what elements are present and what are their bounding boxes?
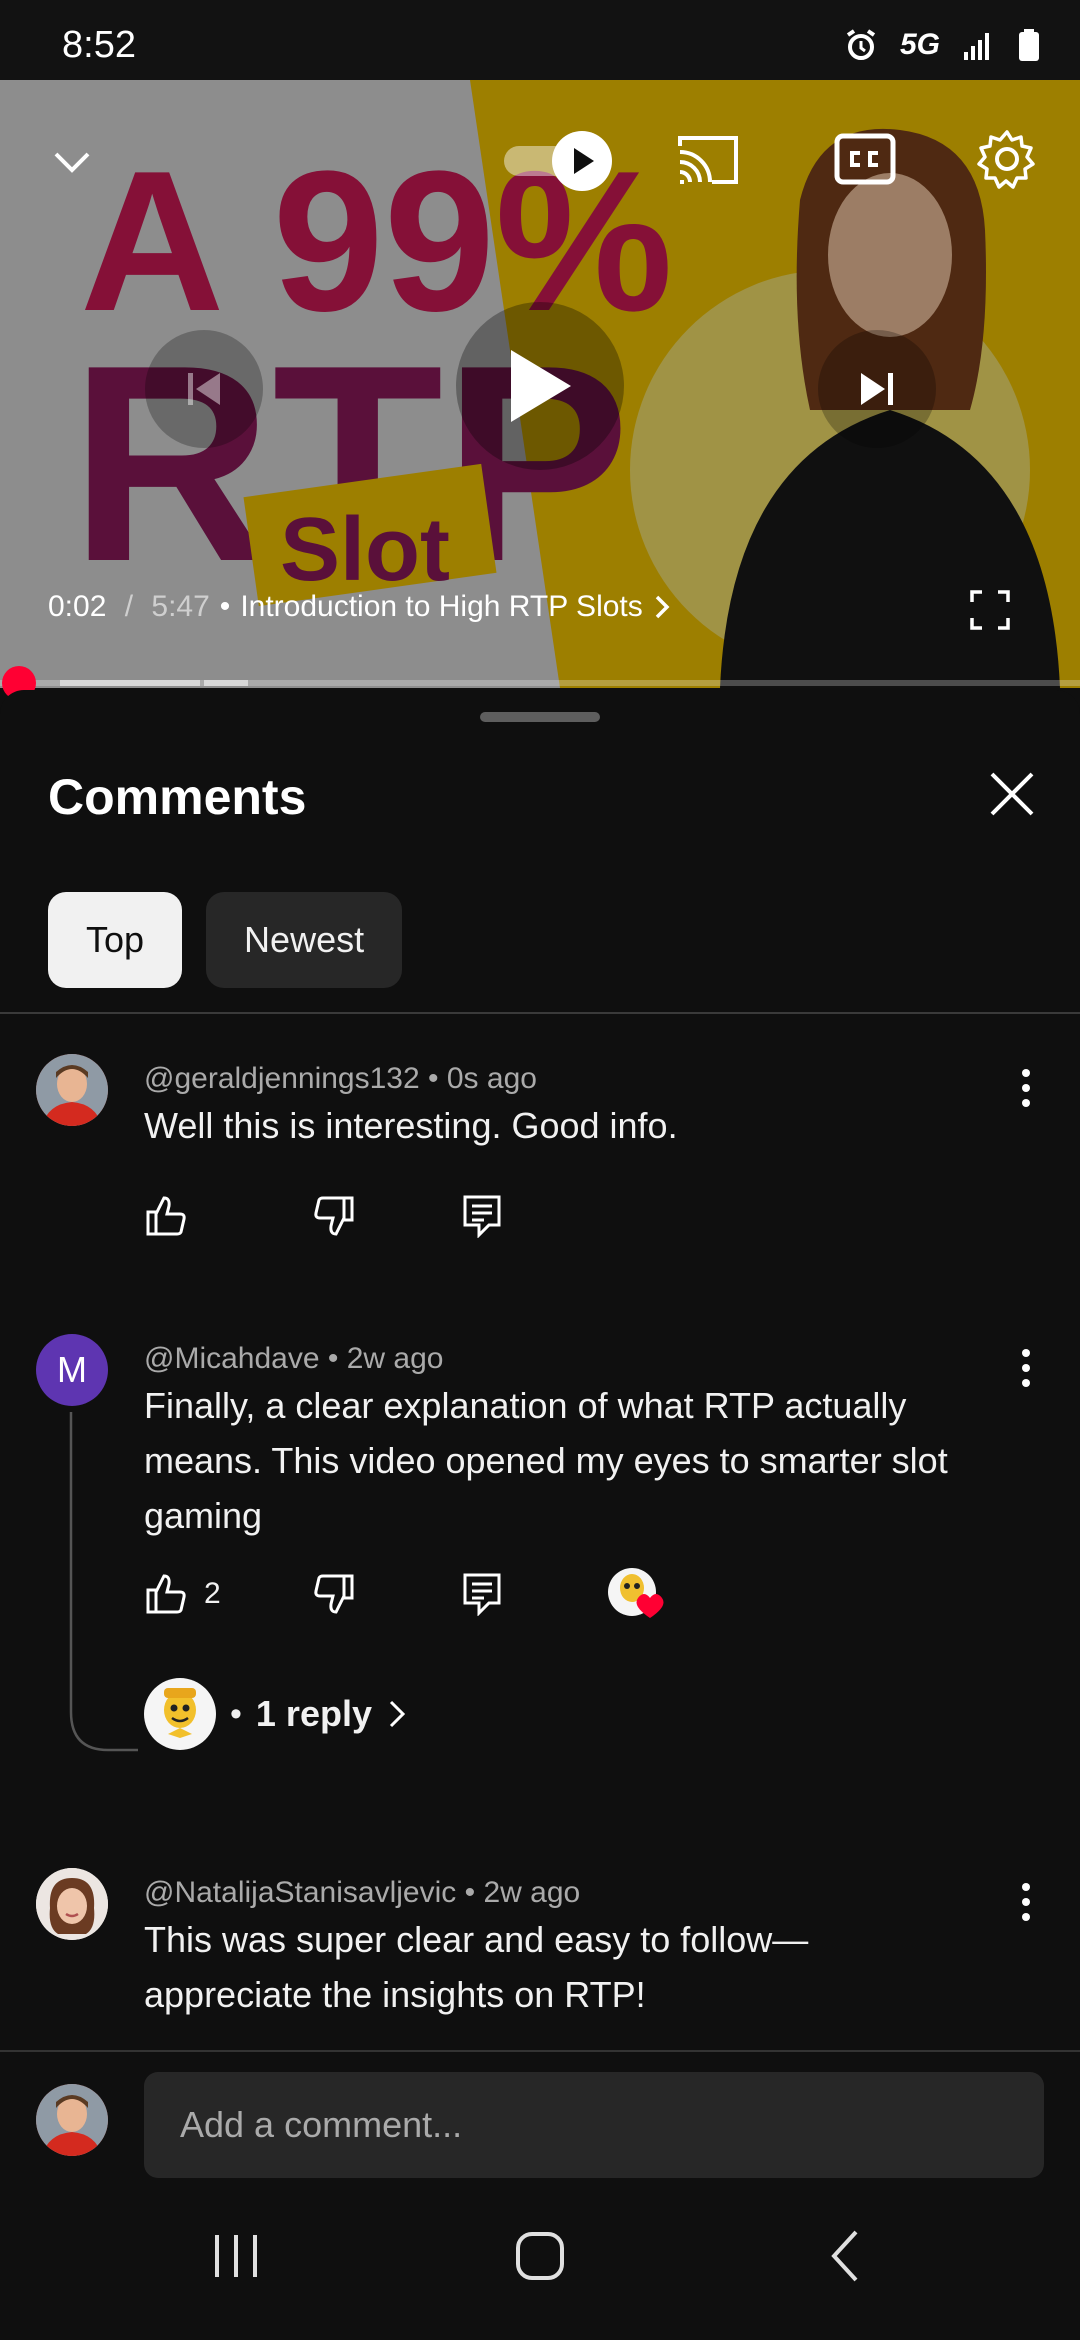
more-vert-icon bbox=[1022, 1883, 1030, 1921]
user-avatar-image bbox=[36, 2084, 108, 2156]
system-navigation-bar bbox=[0, 2180, 1080, 2340]
next-button[interactable] bbox=[818, 330, 936, 448]
current-time: 0:02 bbox=[48, 590, 107, 623]
comment-text: Finally, a clear explanation of what RTP… bbox=[144, 1385, 948, 1536]
view-replies-button[interactable]: • 1 reply bbox=[144, 1678, 408, 1750]
thumb-down-icon bbox=[314, 1574, 354, 1614]
video-progress-bar[interactable] bbox=[0, 666, 1080, 700]
autoplay-toggle[interactable] bbox=[500, 126, 620, 196]
play-icon bbox=[511, 350, 571, 422]
creator-heart-badge bbox=[606, 1564, 672, 1624]
status-bar: 8:52 5G bbox=[0, 0, 1080, 80]
comment-time: 2w ago bbox=[346, 1342, 444, 1375]
reply-bullet: • bbox=[230, 1694, 242, 1733]
avatar-initial: M bbox=[57, 1349, 87, 1390]
meta-separator: • bbox=[327, 1342, 339, 1375]
add-comment-bar bbox=[0, 2050, 1080, 2180]
reply-icon bbox=[463, 1195, 501, 1238]
chapter-timeline[interactable]: 0:02 / 5:47 • Introduction to High RTP S… bbox=[48, 590, 673, 624]
chevron-right-icon bbox=[389, 1700, 406, 1728]
comment-menu-button[interactable] bbox=[1020, 1882, 1032, 1927]
comment-text: This was super clear and easy to follow—… bbox=[144, 1919, 809, 2015]
close-button[interactable] bbox=[984, 766, 1040, 822]
fullscreen-button[interactable] bbox=[960, 580, 1020, 640]
sort-tabs: Top Newest bbox=[48, 892, 403, 988]
duration: 5:47 bbox=[151, 590, 210, 623]
chapter-dot: • bbox=[219, 590, 231, 623]
user-avatar-image bbox=[36, 1054, 108, 1126]
cast-icon bbox=[678, 136, 738, 184]
play-button[interactable] bbox=[456, 302, 624, 470]
status-time: 8:52 bbox=[62, 24, 136, 66]
minimize-button[interactable] bbox=[40, 130, 104, 194]
home-icon bbox=[516, 2232, 564, 2280]
previous-button[interactable] bbox=[145, 330, 263, 448]
comment-time: 0s ago bbox=[446, 1062, 537, 1095]
thumb-up-icon bbox=[146, 1574, 186, 1614]
recents-icon bbox=[215, 2235, 257, 2277]
chevron-down-icon bbox=[54, 152, 90, 173]
alarm-icon bbox=[846, 29, 876, 60]
avatar[interactable] bbox=[36, 1868, 108, 1940]
meta-separator: • bbox=[464, 1876, 476, 1909]
comment-author[interactable]: @Micahdave bbox=[144, 1342, 320, 1375]
like-button[interactable] bbox=[144, 1194, 312, 1238]
gear-icon bbox=[977, 130, 1035, 189]
recent-apps-button[interactable] bbox=[200, 2220, 272, 2292]
tab-top[interactable]: Top bbox=[48, 892, 183, 988]
signal-icon bbox=[964, 33, 989, 60]
cc-icon bbox=[834, 133, 896, 185]
home-button[interactable] bbox=[502, 2218, 578, 2294]
avatar[interactable]: M bbox=[36, 1334, 108, 1406]
drag-handle[interactable] bbox=[480, 712, 600, 722]
like-button[interactable]: 2 bbox=[144, 1572, 312, 1616]
battery-icon bbox=[1019, 29, 1039, 61]
divider bbox=[0, 1012, 1080, 1014]
dislike-button[interactable] bbox=[312, 1572, 462, 1616]
network-label: 5G bbox=[899, 28, 940, 61]
tab-newest[interactable]: Newest bbox=[206, 892, 403, 988]
comment-author[interactable]: @geraldjennings132 bbox=[144, 1062, 420, 1095]
time-separator: / bbox=[116, 590, 142, 623]
chevron-right-icon bbox=[655, 595, 670, 619]
captions-button[interactable] bbox=[830, 126, 900, 192]
comments-title: Comments bbox=[48, 769, 307, 825]
like-count: 2 bbox=[204, 1577, 221, 1610]
thumb-up-icon bbox=[146, 1196, 186, 1236]
reply-icon bbox=[463, 1573, 501, 1616]
dislike-button[interactable] bbox=[312, 1194, 462, 1238]
back-icon bbox=[831, 2230, 858, 2282]
comment-menu-button[interactable] bbox=[1020, 1348, 1032, 1393]
my-avatar bbox=[36, 2084, 108, 2156]
avatar[interactable] bbox=[36, 1054, 108, 1126]
comment-author[interactable]: @NatalijaStanisavljevic bbox=[144, 1876, 456, 1909]
video-player[interactable]: A 99% RTP Slot 0:02 / 5:47 • Introductio… bbox=[0, 80, 1080, 688]
back-button[interactable] bbox=[808, 2220, 880, 2292]
creator-heart-icon bbox=[608, 1568, 664, 1618]
fullscreen-icon bbox=[970, 590, 1010, 630]
thread-line bbox=[69, 1412, 138, 1752]
replies-count: 1 reply bbox=[255, 1693, 372, 1734]
settings-button[interactable] bbox=[972, 124, 1042, 194]
meta-separator: • bbox=[428, 1062, 439, 1095]
thumb-down-icon bbox=[314, 1196, 354, 1236]
user-avatar-image bbox=[36, 1868, 108, 1940]
comment-time: 2w ago bbox=[483, 1876, 581, 1909]
comment-text: Well this is interesting. Good info. bbox=[144, 1105, 678, 1146]
creator-avatar bbox=[144, 1678, 216, 1750]
more-vert-icon bbox=[1022, 1069, 1030, 1107]
reply-button[interactable] bbox=[462, 1572, 606, 1616]
add-comment-input[interactable] bbox=[144, 2072, 1044, 2178]
cast-button[interactable] bbox=[672, 128, 744, 192]
skip-next-icon bbox=[861, 373, 893, 405]
reply-button[interactable] bbox=[462, 1194, 522, 1238]
autoplay-icon bbox=[504, 131, 612, 191]
skip-previous-icon bbox=[188, 373, 220, 405]
chapter-title[interactable]: Introduction to High RTP Slots bbox=[240, 590, 642, 624]
close-icon bbox=[990, 772, 1034, 816]
more-vert-icon bbox=[1022, 1349, 1030, 1387]
comment-menu-button[interactable] bbox=[1020, 1068, 1032, 1113]
